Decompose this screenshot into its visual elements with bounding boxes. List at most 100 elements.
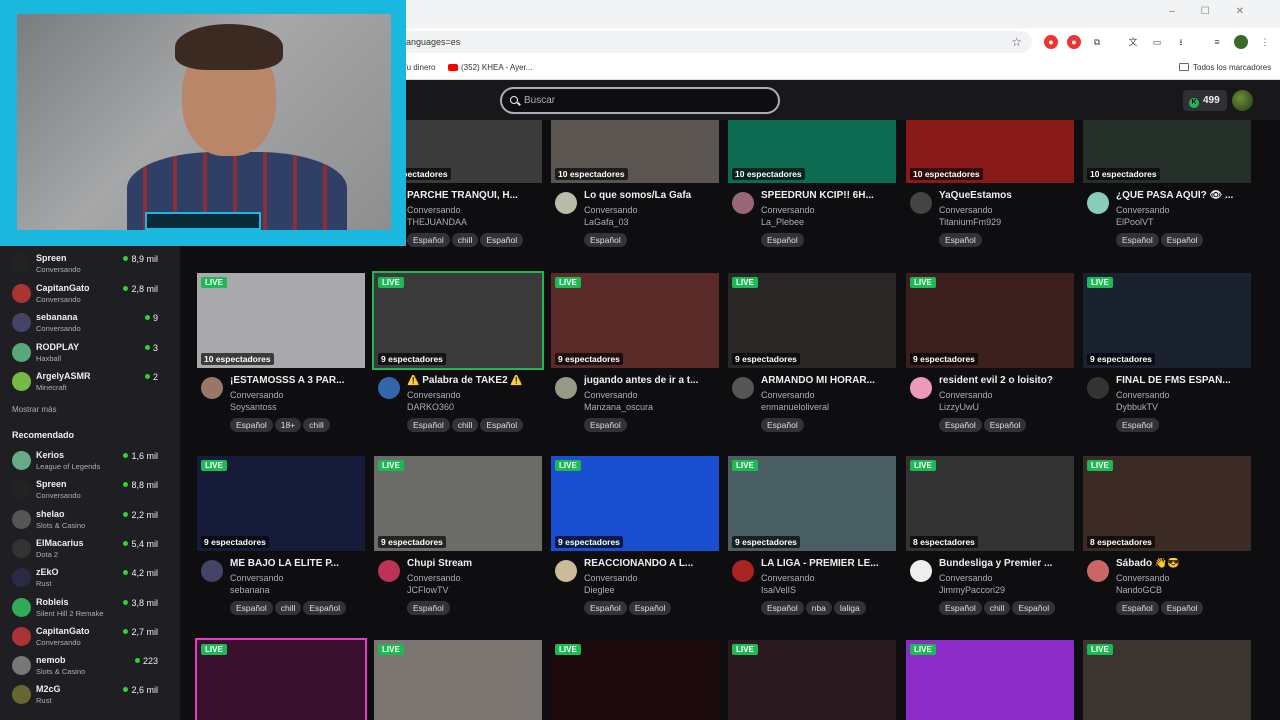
- bookmark-star-icon[interactable]: ☆: [1011, 31, 1022, 53]
- streamer-name[interactable]: enmanueloliveral: [761, 402, 829, 412]
- sidebar-channel[interactable]: Kerios League of Legends 1,6 mil: [0, 447, 180, 476]
- streamer-avatar[interactable]: [910, 560, 932, 582]
- stream-title[interactable]: Sábado 👋😎: [1116, 558, 1250, 569]
- streamer-name[interactable]: Manzana_oscura: [584, 402, 653, 412]
- sidebar-channel[interactable]: CapitanGato Conversando 2,7 mil: [0, 623, 180, 652]
- stream-tag[interactable]: Español: [939, 233, 982, 247]
- sidebar-channel[interactable]: RODPLAY Haxball 3: [0, 339, 180, 368]
- stream-title[interactable]: ¿QUÉ PASA AQUÍ? 👁 ...: [1116, 190, 1250, 201]
- stream-title[interactable]: ARMANDO MI HORAR...: [761, 375, 895, 386]
- stream-tag[interactable]: Español: [939, 601, 982, 615]
- sidebar-channel[interactable]: shelao Slots & Casino 2,2 mil: [0, 506, 180, 535]
- stream-thumbnail[interactable]: LIVE10 espectadores: [197, 273, 365, 368]
- extension-icon[interactable]: ●: [1067, 35, 1081, 49]
- streamer-avatar[interactable]: [555, 192, 577, 214]
- streamer-name[interactable]: ElPoolVT: [1116, 217, 1154, 227]
- stream-tag[interactable]: Español: [628, 601, 672, 615]
- streamer-name[interactable]: DARKO360: [407, 402, 454, 412]
- address-bar[interactable]: languages=es ☆: [390, 31, 1032, 53]
- cast-icon[interactable]: ▭: [1150, 35, 1164, 49]
- stream-tag[interactable]: Español: [584, 233, 627, 247]
- stream-tag[interactable]: Español: [1116, 233, 1159, 247]
- streamer-name[interactable]: IsaiVelIS: [761, 585, 796, 595]
- stream-tag[interactable]: chill: [451, 418, 479, 432]
- stream-title[interactable]: FINAL DE FMS ESPAÑ...: [1116, 375, 1250, 386]
- stream-tag[interactable]: Español: [761, 601, 804, 615]
- stream-tag[interactable]: Español: [939, 418, 982, 432]
- stream-category[interactable]: Conversando: [584, 205, 638, 215]
- streamer-name[interactable]: sebanana: [230, 585, 270, 595]
- stream-tag[interactable]: Español: [407, 418, 450, 432]
- stream-tag[interactable]: laliga: [833, 601, 866, 615]
- stream-tag[interactable]: Español: [761, 418, 804, 432]
- stream-category[interactable]: Conversando: [1116, 573, 1170, 583]
- stream-tag[interactable]: Español: [480, 418, 524, 432]
- streamer-avatar[interactable]: [732, 560, 754, 582]
- stream-category[interactable]: Conversando: [230, 390, 284, 400]
- streamer-avatar[interactable]: [1087, 192, 1109, 214]
- stream-tag[interactable]: Español: [407, 233, 450, 247]
- stream-category[interactable]: Conversando: [761, 205, 815, 215]
- streamer-avatar[interactable]: [555, 560, 577, 582]
- stream-thumbnail[interactable]: LIVE: [374, 640, 542, 720]
- stream-tag[interactable]: nba: [805, 601, 832, 615]
- sidebar-channel[interactable]: Spreen Conversando 8,9 mil: [0, 250, 180, 279]
- stream-thumbnail[interactable]: LIVE: [195, 638, 367, 720]
- stream-title[interactable]: SPEEDRUN KCIP!! 6H...: [761, 190, 895, 201]
- sidebar-channel[interactable]: ArgelyASMR Minecraft 2: [0, 368, 180, 397]
- sidebar-channel[interactable]: ElMacarius Dota 2 5,4 mil: [0, 535, 180, 564]
- streamer-avatar[interactable]: [732, 377, 754, 399]
- stream-thumbnail[interactable]: LIVE 8 espectadores: [906, 456, 1074, 551]
- stream-tag[interactable]: Español: [1160, 233, 1204, 247]
- stream-tag[interactable]: chill: [274, 601, 302, 615]
- stream-thumbnail[interactable]: LIVE: [551, 640, 719, 720]
- streamer-avatar[interactable]: [732, 192, 754, 214]
- streamer-avatar[interactable]: [910, 377, 932, 399]
- reading-list-icon[interactable]: ≡: [1210, 35, 1224, 49]
- streamer-name[interactable]: LizzyUwU: [939, 402, 979, 412]
- stream-thumbnail[interactable]: LIVE 9 espectadores: [197, 456, 365, 551]
- streamer-avatar[interactable]: [378, 377, 400, 399]
- stream-tag[interactable]: Español: [1012, 601, 1056, 615]
- bookmark-item[interactable]: (352) KHEA - Ayer...: [448, 63, 532, 72]
- stream-category[interactable]: Conversando: [939, 390, 993, 400]
- stream-title[interactable]: REACCIONANDO A L...: [584, 558, 718, 569]
- stream-tag[interactable]: Español: [1116, 418, 1159, 432]
- streamer-name[interactable]: NandoGCB: [1116, 585, 1162, 595]
- sidebar-channel[interactable]: Robleis Silent Hill 2 Remake 3,8 mil: [0, 594, 180, 623]
- streamer-avatar[interactable]: [201, 560, 223, 582]
- stream-title[interactable]: Chupi Stream: [407, 558, 541, 569]
- stream-thumbnail[interactable]: LIVE10 espectadores: [728, 120, 896, 183]
- sidebar-channel[interactable]: sebanana Conversando 9: [0, 309, 180, 338]
- stream-thumbnail[interactable]: LIVE: [1083, 640, 1251, 720]
- stream-tag[interactable]: Español: [230, 418, 273, 432]
- stream-title[interactable]: jugando antes de ir a t...: [584, 375, 718, 386]
- streamer-name[interactable]: TitaniumFm929: [939, 217, 1001, 227]
- stream-tag[interactable]: 18+: [274, 418, 302, 432]
- streamer-name[interactable]: Soysantoss: [230, 402, 277, 412]
- stream-category[interactable]: Conversando: [584, 573, 638, 583]
- window-controls[interactable]: –☐✕: [1169, 6, 1270, 17]
- extension-icon[interactable]: ●: [1044, 35, 1058, 49]
- stream-category[interactable]: Conversando: [939, 205, 993, 215]
- streamer-name[interactable]: JimmyPaccori29: [939, 585, 1005, 595]
- stream-thumbnail[interactable]: LIVE 9 espectadores: [728, 456, 896, 551]
- bits-button[interactable]: K 499: [1183, 90, 1227, 111]
- stream-tag[interactable]: Español: [983, 418, 1027, 432]
- menu-icon[interactable]: ⋮: [1258, 35, 1272, 49]
- stream-category[interactable]: Conversando: [761, 573, 815, 583]
- stream-category[interactable]: Conversando: [1116, 390, 1170, 400]
- stream-tag[interactable]: Español: [480, 233, 524, 247]
- stream-category[interactable]: Conversando: [407, 205, 461, 215]
- user-avatar[interactable]: [1232, 90, 1253, 111]
- streamer-name[interactable]: JCFlowTV: [407, 585, 449, 595]
- search-input[interactable]: Buscar: [500, 87, 780, 114]
- stream-title[interactable]: resident evil 2 o loisito?: [939, 375, 1073, 386]
- streamer-avatar[interactable]: [1087, 377, 1109, 399]
- stream-tag[interactable]: chill: [451, 233, 479, 247]
- sidebar-channel[interactable]: zEkO Rust 4,2 mil: [0, 564, 180, 593]
- streamer-name[interactable]: LaGafa_03: [584, 217, 629, 227]
- stream-category[interactable]: Conversando: [230, 573, 284, 583]
- stream-title[interactable]: ME BAJO LA ÉLITE P...: [230, 558, 364, 569]
- stream-tag[interactable]: Español: [303, 601, 347, 615]
